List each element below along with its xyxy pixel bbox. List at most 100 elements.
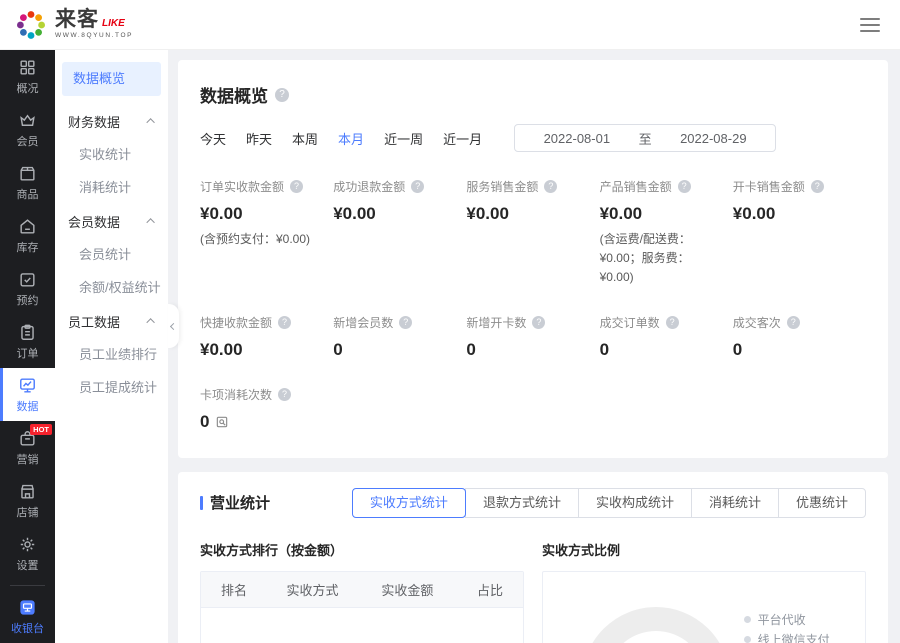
main-content: 数据概览 ? 今天 昨天 本周 本月 近一周 近一月 2022-08-01 至 … <box>168 50 900 643</box>
chart-legend: 平台代收 线上微信支付 现金 其他 微信（记账） 支付宝（记账） POS机（记账… <box>744 610 843 643</box>
stat-value: ¥0.00 <box>333 204 466 224</box>
date-range-picker[interactable]: 2022-08-01 至 2022-08-29 <box>514 124 776 152</box>
stat-label: 成交订单数 <box>600 314 660 331</box>
stat-label: 开卡销售金额 <box>733 178 805 195</box>
submenu-group-members[interactable]: 会员数据 <box>55 204 168 238</box>
tab-income-composition-stats[interactable]: 实收构成统计 <box>578 488 692 518</box>
ranking-title: 实收方式排行（按金额） <box>200 540 524 559</box>
sidebar-item-data[interactable]: 数据 <box>0 368 55 421</box>
hamburger-menu-icon[interactable] <box>860 14 880 36</box>
sidebar-item-orders[interactable]: 订单 <box>0 315 55 368</box>
submenu-item-member-stats[interactable]: 会员统计 <box>55 238 168 271</box>
cashier-icon <box>18 598 37 617</box>
view-detail-icon[interactable] <box>215 415 229 429</box>
sidebar-item-label: 营销 <box>17 451 39 467</box>
help-icon[interactable]: ? <box>411 180 424 193</box>
stat-service-sales: 服务销售金额? ¥0.00 <box>466 178 599 288</box>
stat-label: 成功退款金额 <box>333 178 405 195</box>
sidebar-collapse-handle[interactable] <box>168 304 179 348</box>
payment-ranking-panel: 实收方式排行（按金额） 排名 实收方式 实收金额 占比 <box>200 540 524 643</box>
stat-new-members: 新增会员数? 0 <box>333 314 466 360</box>
stats-grid: 订单实收款金额? ¥0.00 (含预约支付：¥0.00) 成功退款金额? ¥0.… <box>200 178 866 432</box>
submenu-group-label: 财务数据 <box>68 112 120 131</box>
calendar-check-icon <box>18 270 37 289</box>
secondary-sidebar: 数据概览 财务数据 实收统计 消耗统计 会员数据 会员统计 余额/权益统计 员工… <box>55 50 168 643</box>
sidebar-item-marketing[interactable]: HOT 营销 <box>0 421 55 474</box>
chevron-left-icon <box>170 322 177 329</box>
submenu-group-finance[interactable]: 财务数据 <box>55 104 168 138</box>
date-range-start[interactable]: 2022-08-01 <box>544 131 611 146</box>
brand-tagline: LIKE <box>102 19 125 30</box>
help-icon[interactable]: ? <box>811 180 824 193</box>
help-icon[interactable]: ? <box>532 316 545 329</box>
stat-value: 0 <box>200 412 209 432</box>
primary-sidebar: 概况 会员 商品 库存 预约 订单 <box>0 50 55 643</box>
legend-item[interactable]: 平台代收 <box>744 610 843 630</box>
tab-payment-method-stats[interactable]: 实收方式统计 <box>352 488 466 518</box>
submenu-item-consumption-stats[interactable]: 消耗统计 <box>55 171 168 204</box>
brand-logo[interactable]: 来客 LIKE WWW.8QYUN.TOP <box>14 8 133 42</box>
submenu-group-staff[interactable]: 员工数据 <box>55 304 168 338</box>
help-icon[interactable]: ? <box>275 88 289 102</box>
submenu-item-receipts-stats[interactable]: 实收统计 <box>55 138 168 171</box>
hot-badge: HOT <box>30 424 52 435</box>
filter-today[interactable]: 今天 <box>200 129 226 148</box>
app-window: 来客 LIKE WWW.8QYUN.TOP 概况 会员 商品 <box>0 0 900 643</box>
filter-last-month[interactable]: 近一月 <box>443 129 482 148</box>
tab-discount-stats[interactable]: 优惠统计 <box>778 488 866 518</box>
date-filter-row: 今天 昨天 本周 本月 近一周 近一月 2022-08-01 至 2022-08… <box>200 124 866 152</box>
stat-value: 0 <box>600 340 733 360</box>
stat-label: 新增会员数 <box>333 314 393 331</box>
help-icon[interactable]: ? <box>399 316 412 329</box>
box-icon <box>18 164 37 183</box>
tab-consumption-stats[interactable]: 消耗统计 <box>691 488 779 518</box>
stat-order-received: 订单实收款金额? ¥0.00 (含预约支付：¥0.00) <box>200 178 333 288</box>
filter-last-week[interactable]: 近一周 <box>384 129 423 148</box>
ranking-table: 排名 实收方式 实收金额 占比 <box>200 571 524 643</box>
clipboard-icon <box>18 323 37 342</box>
col-amount: 实收金额 <box>358 580 457 599</box>
help-icon[interactable]: ? <box>278 316 291 329</box>
chevron-up-icon <box>146 118 154 126</box>
stat-value: 0 <box>733 340 866 360</box>
help-icon[interactable]: ? <box>544 180 557 193</box>
submenu-item-data-overview[interactable]: 数据概览 <box>62 62 161 96</box>
sidebar-item-products[interactable]: 商品 <box>0 156 55 209</box>
sidebar-item-label: 库存 <box>17 239 39 255</box>
sidebar-item-appointments[interactable]: 预约 <box>0 262 55 315</box>
filter-yesterday[interactable]: 昨天 <box>246 129 272 148</box>
tab-refund-method-stats[interactable]: 退款方式统计 <box>465 488 579 518</box>
help-icon[interactable]: ? <box>678 180 691 193</box>
date-range-end[interactable]: 2022-08-29 <box>680 131 747 146</box>
stat-card-sales: 开卡销售金额? ¥0.00 <box>733 178 866 288</box>
submenu-group-label: 会员数据 <box>68 212 120 231</box>
sidebar-item-settings[interactable]: 设置 <box>0 527 55 580</box>
brand-logo-icon <box>14 8 48 42</box>
stat-label: 服务销售金额 <box>466 178 538 195</box>
submenu-item-balance-stats[interactable]: 余额/权益统计 <box>55 271 168 304</box>
help-icon[interactable]: ? <box>290 180 303 193</box>
submenu-item-staff-commission[interactable]: 员工提成统计 <box>55 371 168 404</box>
sidebar-item-inventory[interactable]: 库存 <box>0 209 55 262</box>
filter-this-week[interactable]: 本周 <box>292 129 318 148</box>
filter-this-month[interactable]: 本月 <box>338 129 364 148</box>
section-title: 营业统计 <box>210 492 270 513</box>
sidebar-item-cashier[interactable]: 收银台 <box>0 590 55 643</box>
stat-value: ¥0.00 <box>200 340 333 360</box>
stat-card-consumption: 卡项消耗次数? 0 <box>200 386 333 432</box>
sidebar-item-members[interactable]: 会员 <box>0 103 55 156</box>
sidebar-item-shop[interactable]: 店铺 <box>0 474 55 527</box>
help-icon[interactable]: ? <box>666 316 679 329</box>
stat-label: 成交客次 <box>733 314 781 331</box>
chevron-up-icon <box>146 318 154 326</box>
top-header: 来客 LIKE WWW.8QYUN.TOP <box>0 0 900 50</box>
col-method: 实收方式 <box>267 580 358 599</box>
legend-label: 线上微信支付 <box>758 631 830 643</box>
help-icon[interactable]: ? <box>278 388 291 401</box>
legend-item[interactable]: 线上微信支付 <box>744 630 843 643</box>
sidebar-item-overview[interactable]: 概况 <box>0 50 55 103</box>
submenu-item-staff-ranking[interactable]: 员工业绩排行 <box>55 338 168 371</box>
stat-label: 产品销售金额 <box>600 178 672 195</box>
brand-name: 来客 <box>55 9 99 30</box>
help-icon[interactable]: ? <box>787 316 800 329</box>
